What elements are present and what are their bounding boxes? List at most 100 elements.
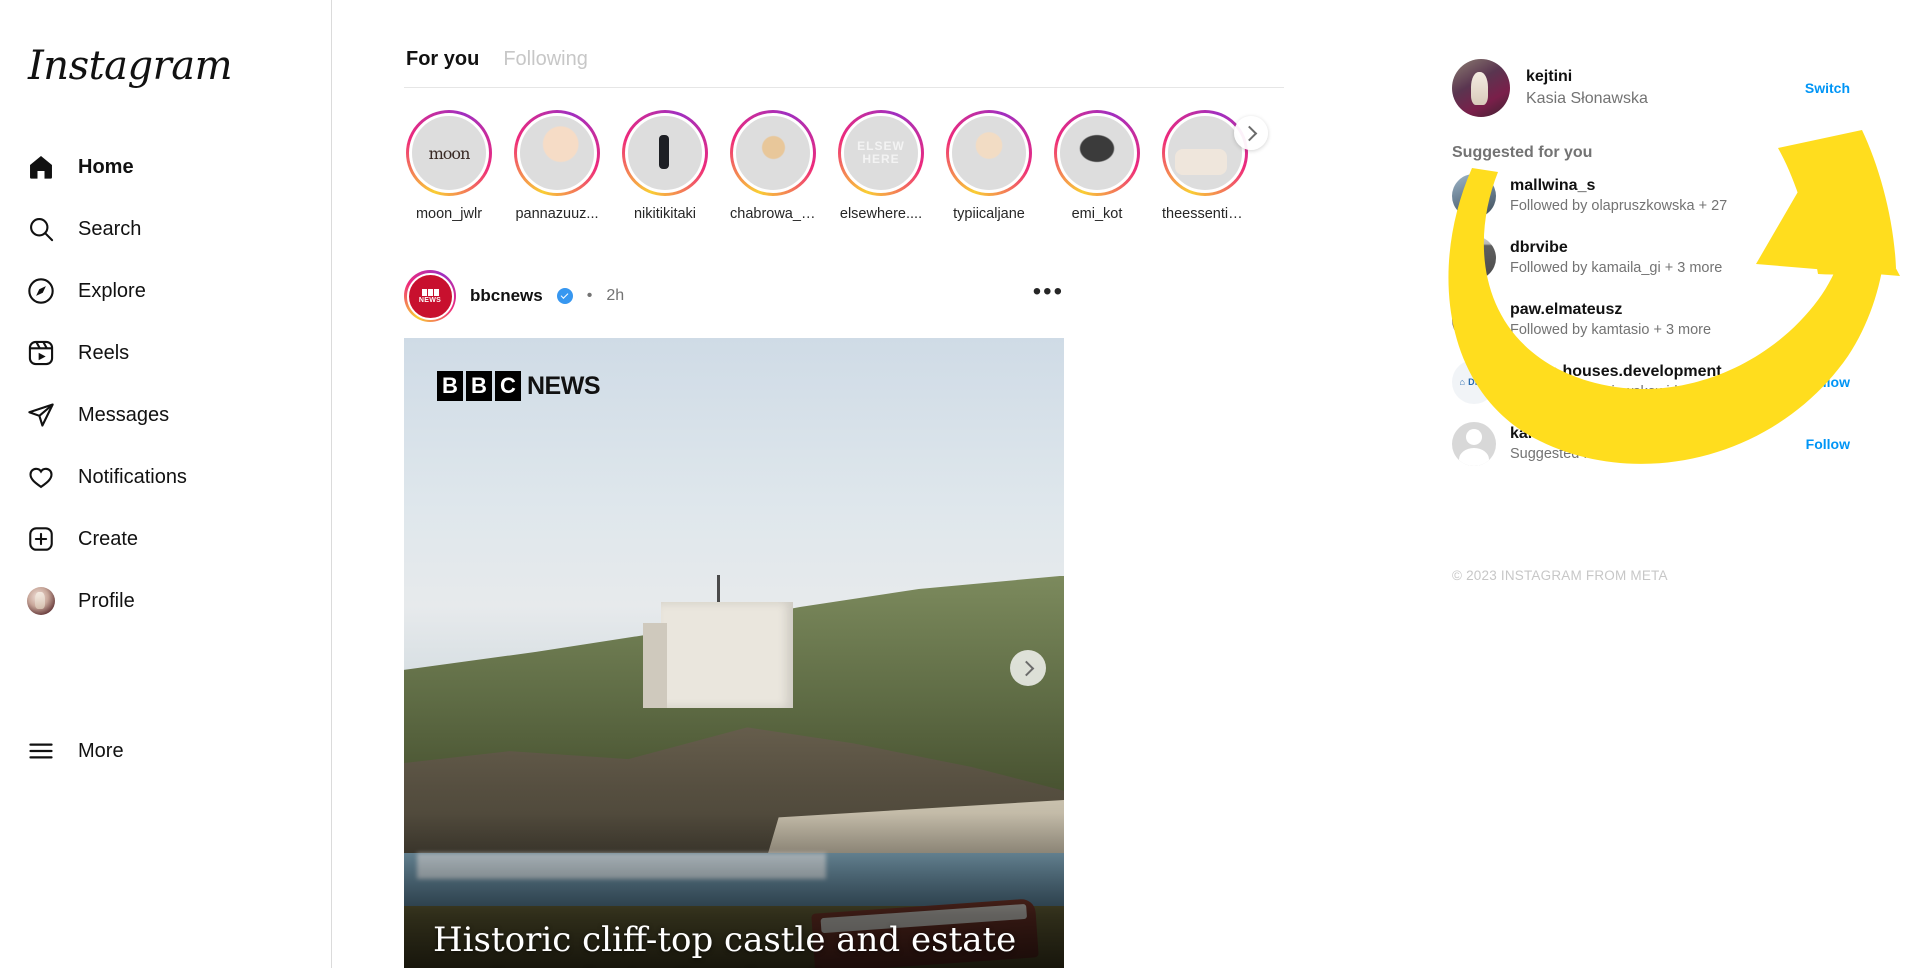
follow-button[interactable]: Follow <box>1806 436 1850 452</box>
story-thumb-text: moon <box>428 143 471 163</box>
story-ring: ELSEW HERE <box>838 110 924 196</box>
stories-next-button[interactable] <box>1234 116 1268 150</box>
bbc-letter: B <box>466 371 492 401</box>
post-header: NEWS bbcnews • 2h ••• <box>404 266 1064 326</box>
avatar[interactable] <box>1452 298 1496 342</box>
avatar-text: ⌂ DHD <box>1459 377 1489 387</box>
bbc-letter-boxes: B B C <box>437 371 521 401</box>
tab-for-you[interactable]: For you <box>406 48 479 71</box>
post-timestamp: 2h <box>606 287 625 304</box>
media-castle <box>642 574 794 708</box>
sidebar-item-label: More <box>78 739 124 762</box>
follow-button[interactable]: Follow <box>1806 188 1850 204</box>
feed-tabs: For you Following <box>404 48 1284 88</box>
post-media[interactable]: B B C NEWS Historic cliff-top castle and… <box>404 338 1064 968</box>
heart-icon <box>26 462 56 492</box>
suggested-username[interactable]: mallwina_s <box>1510 176 1727 197</box>
suggested-username[interactable]: paw.elmateusz <box>1510 300 1711 321</box>
sidebar-item-more[interactable]: More <box>14 720 317 782</box>
story-ring <box>622 110 708 196</box>
sidebar-item-explore[interactable]: Explore <box>14 260 317 322</box>
story-ring <box>730 110 816 196</box>
sidebar-item-label: Profile <box>78 589 135 612</box>
suggested-title: Suggested for you <box>1452 144 1593 161</box>
sidebar-item-messages[interactable]: Messages <box>14 384 317 446</box>
avatar[interactable] <box>1452 422 1496 466</box>
story-username: nikitikitaki <box>633 206 697 222</box>
follow-button[interactable]: Follow <box>1806 250 1850 266</box>
sidebar-item-label: Home <box>78 155 134 178</box>
suggested-text: karol_ina8106 Suggested for you <box>1510 424 1628 464</box>
avatar[interactable] <box>1452 59 1510 117</box>
suggested-username[interactable]: dbrvibe <box>1510 238 1722 259</box>
sidebar-item-create[interactable]: Create <box>14 508 317 570</box>
messenger-icon <box>26 400 56 430</box>
story-item[interactable]: ELSEW HERE elsewhere.... <box>838 110 924 222</box>
sidebar-item-label: Messages <box>78 403 170 426</box>
suggested-subtitle: Followed by kamaila_gi + 3 more <box>1510 259 1723 276</box>
story-thumbnail <box>733 113 813 193</box>
bbc-logo-icon <box>421 288 439 296</box>
avatar[interactable] <box>1452 236 1496 280</box>
sidebar-item-label: Reels <box>78 341 130 364</box>
post-avatar: NEWS <box>406 272 454 320</box>
current-username[interactable]: kejtini <box>1526 66 1648 88</box>
story-ring <box>946 110 1032 196</box>
post-username[interactable]: bbcnews <box>470 286 543 306</box>
story-username: theessentia... <box>1162 206 1248 222</box>
more-options-icon[interactable]: ••• <box>1033 280 1064 305</box>
home-icon <box>26 152 56 182</box>
avatar-icon <box>26 586 56 616</box>
story-item[interactable]: nikitikitaki <box>622 110 708 222</box>
sidebar-item-reels[interactable]: Reels <box>14 322 317 384</box>
media-next-button[interactable] <box>1010 650 1046 686</box>
story-username: chabrowa_j... <box>730 206 816 222</box>
story-item[interactable]: pannazuuz... <box>514 110 600 222</box>
story-thumbnail <box>949 113 1029 193</box>
story-ring <box>1054 110 1140 196</box>
see-all-button[interactable]: All <box>1832 145 1850 161</box>
story-item[interactable]: moon moon_jwlr <box>406 110 492 222</box>
post-separator: • <box>586 287 593 304</box>
story-username: typiicaljane <box>953 206 1025 222</box>
sidebar-item-notifications[interactable]: Notifications <box>14 446 317 508</box>
current-user-text: kejtini Kasia Słonawska <box>1526 66 1648 109</box>
suggested-subtitle: Followed by kamtasio + 3 more <box>1510 321 1712 338</box>
story-item[interactable]: emi_kot <box>1054 110 1140 222</box>
media-headline: Historic cliff-top castle and estate up … <box>433 920 1017 968</box>
suggested-subtitle: Followed by olapruszkowska + 27 <box>1510 197 1728 214</box>
switch-account-button[interactable]: Switch <box>1805 80 1850 96</box>
chevron-right-icon <box>1018 660 1035 676</box>
story-item[interactable]: typiicaljane <box>946 110 1032 222</box>
post-avatar-ring[interactable]: NEWS <box>404 270 456 322</box>
tab-following[interactable]: Following <box>503 48 587 71</box>
sidebar-item-label: Search <box>78 217 142 240</box>
story-username: moon_jwlr <box>415 206 483 222</box>
reels-icon <box>26 338 56 368</box>
avatar[interactable] <box>1452 174 1496 218</box>
instagram-logo[interactable]: Instagram <box>14 10 317 118</box>
sidebar-item-profile[interactable]: Profile <box>14 570 317 632</box>
instagram-app: Instagram Home Search Explore Reels Mess… <box>0 0 1916 968</box>
story-item[interactable]: chabrowa_j... <box>730 110 816 222</box>
avatar[interactable]: ⌂ DHD <box>1452 360 1496 404</box>
story-ring: moon <box>406 110 492 196</box>
sidebar-item-search[interactable]: Search <box>14 198 317 260</box>
story-username: elsewhere.... <box>839 206 923 222</box>
stories-tray: moon moon_jwlr pannazuuz... nikitikitaki… <box>404 88 1284 222</box>
chevron-right-icon <box>1241 125 1258 141</box>
sidebar-item-label: Notifications <box>78 465 187 488</box>
feed-column: For you Following moon moon_jwlr pannazu… <box>332 0 1436 968</box>
suggested-username[interactable]: dream.houses.development <box>1510 362 1722 383</box>
sidebar-item-label: Create <box>78 527 139 550</box>
suggested-row: mallwina_s Followed by olapruszkowska + … <box>1452 168 1850 224</box>
story-thumbnail: ELSEW HERE <box>841 113 921 193</box>
follow-button[interactable]: Follow <box>1806 374 1850 390</box>
sidebar-item-home[interactable]: Home <box>14 136 317 198</box>
current-user-fullname: Kasia Słonawska <box>1526 90 1648 107</box>
suggested-text: dbrvibe Followed by kamaila_gi + 3 more <box>1510 238 1722 278</box>
suggested-subtitle: Suggested for you <box>1510 445 1628 462</box>
suggested-username[interactable]: karol_ina8106 <box>1510 424 1628 445</box>
follow-button[interactable]: Follow <box>1806 312 1850 328</box>
suggested-row: paw.elmateusz Followed by kamtasio + 3 m… <box>1452 292 1850 348</box>
